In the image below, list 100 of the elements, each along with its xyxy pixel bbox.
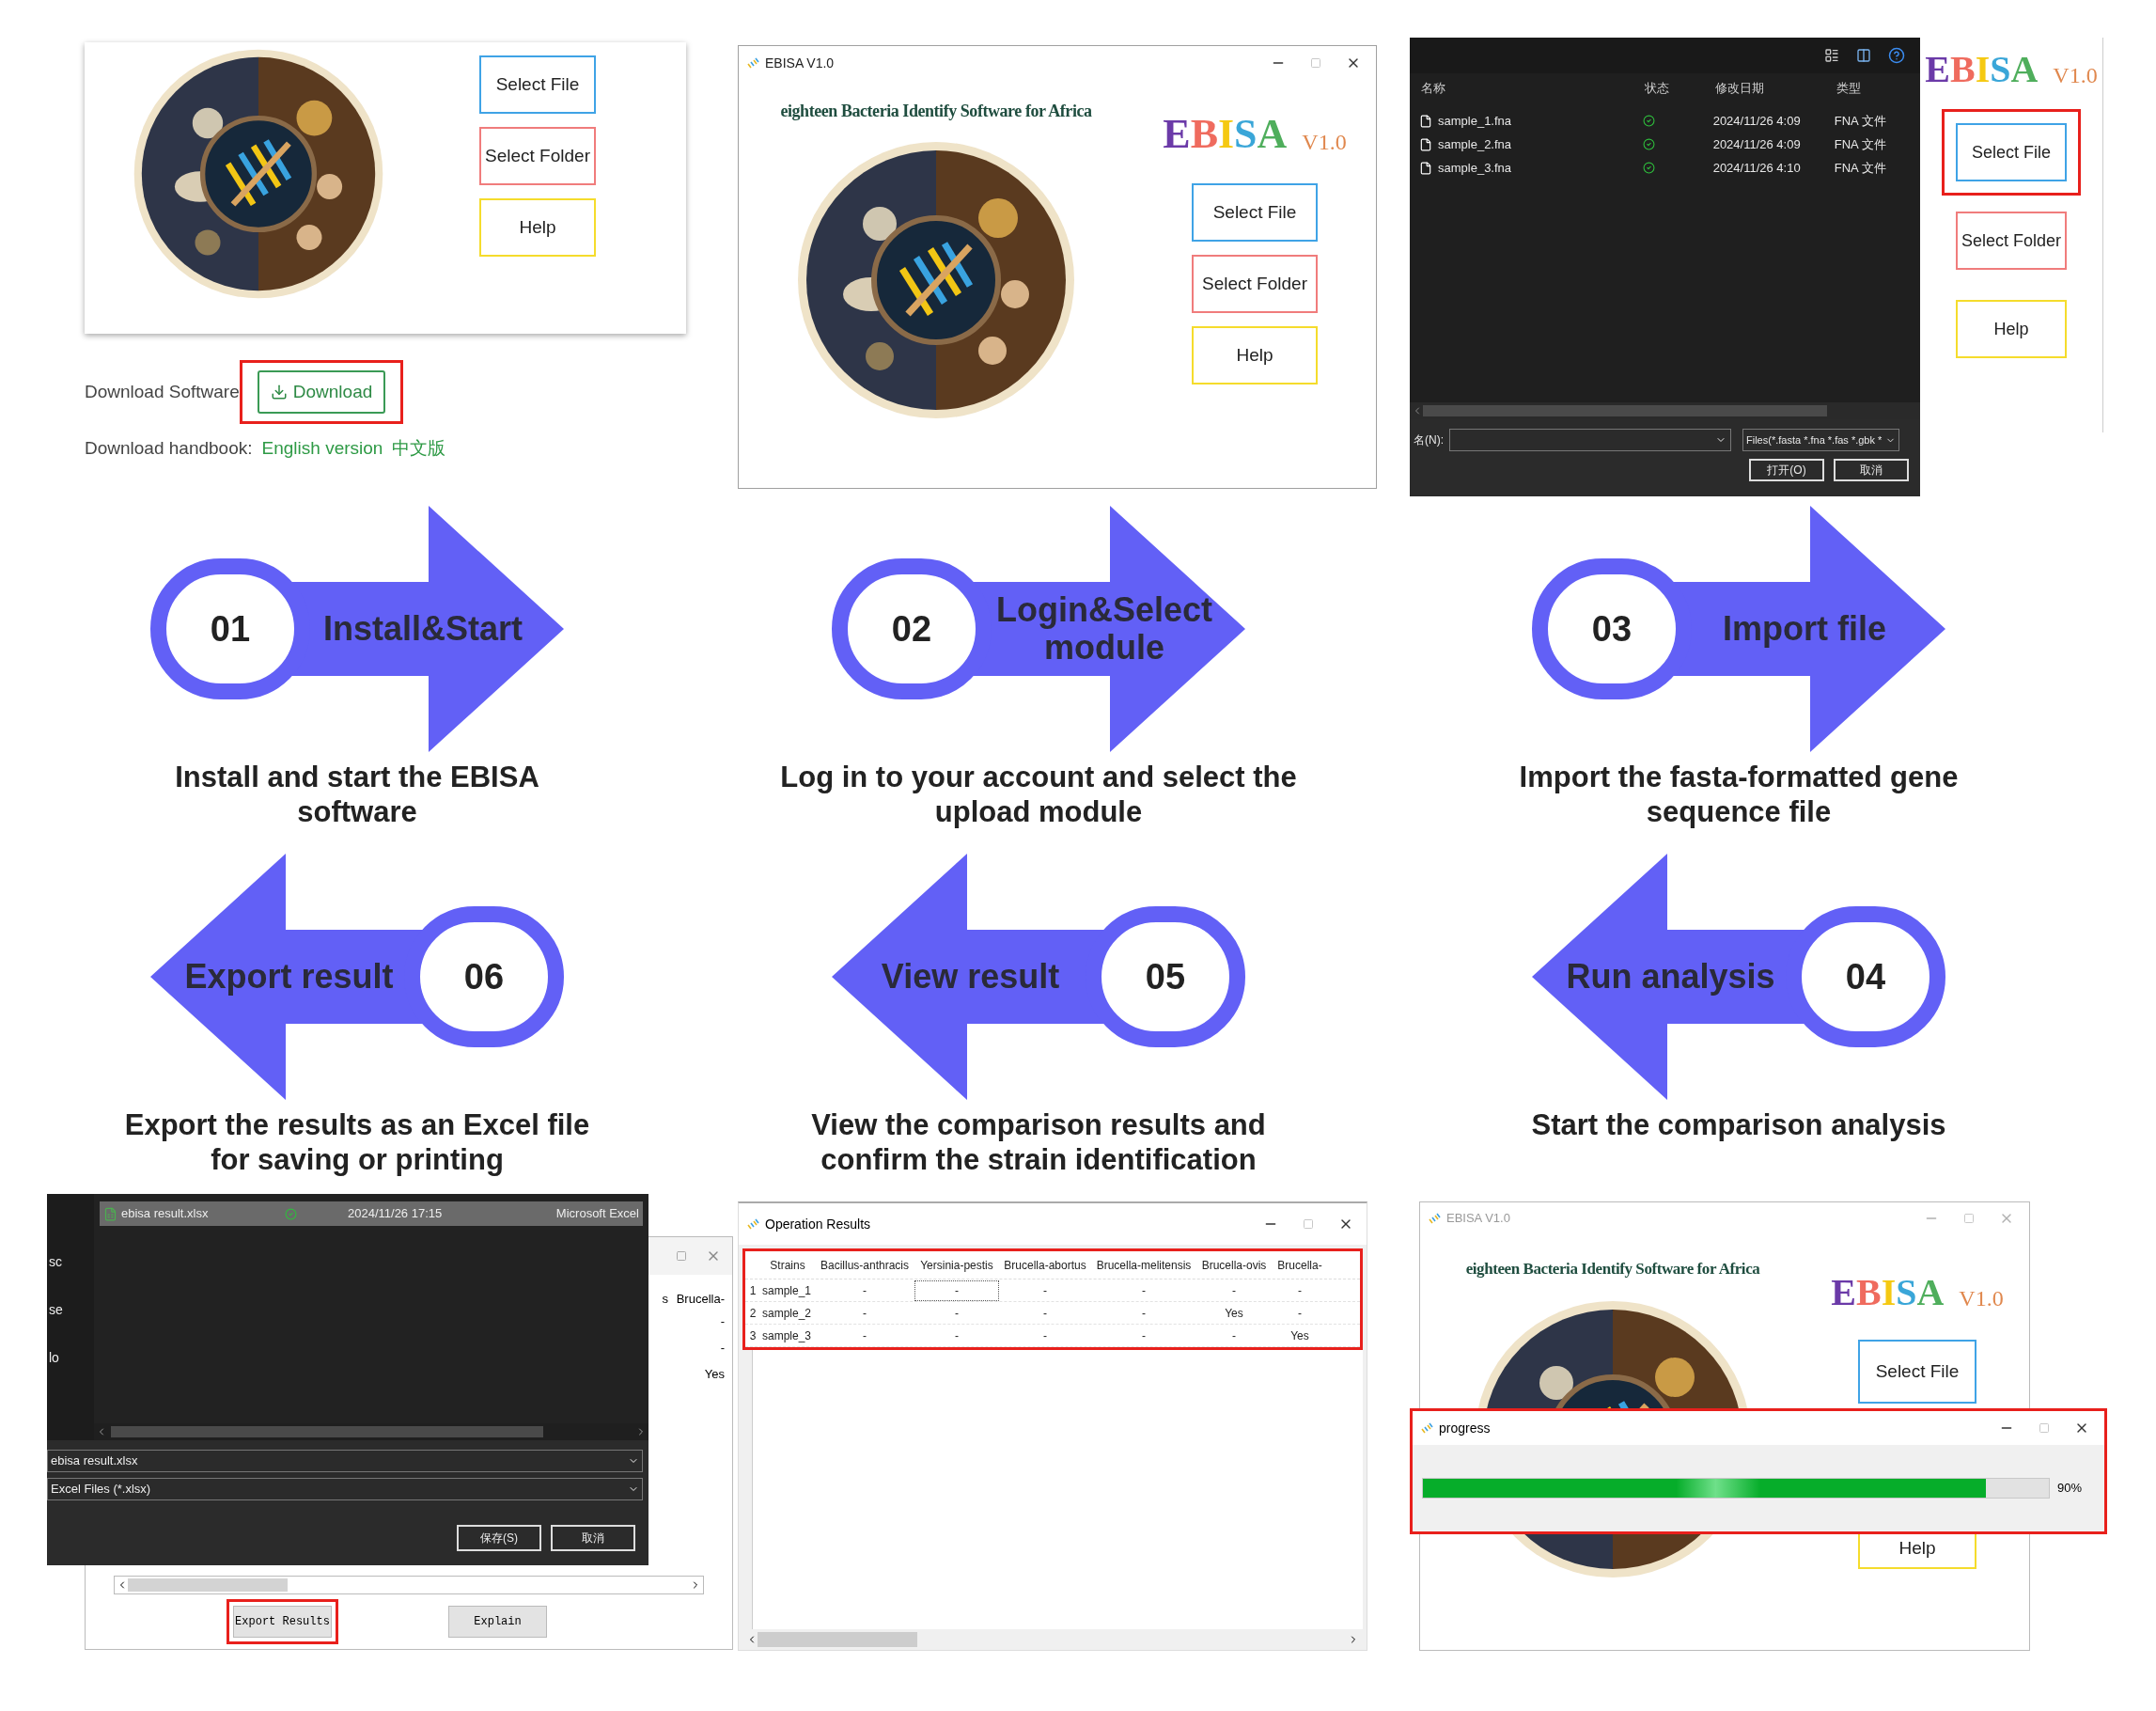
file-row[interactable]: ebisa result.xlsx 2024/11/26 17:15 Microsoft Excel (100, 1201, 643, 1226)
table-cell-text: - (1297, 1305, 1303, 1322)
file-icon (1419, 114, 1432, 128)
file-date: 2024/11/26 4:09 (1712, 112, 1802, 130)
file-row[interactable]: sample_1.fna 2024/11/26 4:09 FNA 文件 (1410, 109, 1920, 133)
file-row[interactable]: sample_2.fna 2024/11/26 4:09 FNA 文件 (1410, 133, 1920, 156)
step-description: Import the fasta-formatted gene sequence file (1519, 760, 1959, 830)
horizontal-scrollbar[interactable] (114, 1576, 704, 1594)
row-number: 1 (748, 1282, 758, 1299)
column-header[interactable]: Brucella- (1272, 1256, 1328, 1274)
file-type: FNA 文件 (1834, 112, 1887, 130)
app-button[interactable]: Select File (1858, 1340, 1976, 1404)
column-header[interactable]: 类型 (1834, 79, 1920, 98)
app-button[interactable]: Help (1956, 300, 2067, 358)
file-type: FNA 文件 (1834, 159, 1887, 177)
dna-icon (1420, 1421, 1433, 1435)
app-button[interactable]: Help (1192, 326, 1318, 385)
column-header[interactable]: 名称 (1419, 79, 1644, 98)
app-subtitle: eighteen Bacteria Identify Software for Africa (1465, 1259, 1760, 1279)
column-header[interactable]: 修改日期 (1712, 79, 1835, 98)
row-number: 3 (748, 1327, 758, 1344)
table-cell-text: - (1141, 1282, 1147, 1299)
dialog-button[interactable]: 取消 (1834, 459, 1909, 481)
file-name: sample_2.fna (1438, 135, 1512, 153)
table-cell-text: - (1297, 1282, 1303, 1299)
app-button[interactable]: Select Folder (479, 127, 596, 185)
step-label: Export result (184, 958, 394, 996)
app-button[interactable]: Select Folder (1192, 255, 1318, 313)
sidebar-item[interactable]: se (47, 1300, 94, 1320)
table-cell-text: - (1231, 1282, 1237, 1299)
app-button[interactable]: Select File (1956, 123, 2067, 181)
table-cell-text: - (1042, 1305, 1048, 1322)
dialog-button[interactable]: 保存(S) (457, 1525, 541, 1551)
app-button[interactable]: Select Folder (1956, 212, 2067, 270)
file-name: sample_3.fna (1438, 159, 1512, 177)
table-header: Brucella- (676, 1291, 725, 1308)
app-button[interactable]: Help (479, 198, 596, 257)
table-cell: - (914, 1279, 999, 1301)
column-header[interactable]: Yersinia-pestis (914, 1256, 999, 1274)
dialog-button[interactable]: 取消 (551, 1525, 635, 1551)
column-header[interactable]: Brucella-melitensis (1091, 1256, 1196, 1274)
table-cell-text: - (862, 1282, 867, 1299)
table-cell-text: - (720, 1312, 725, 1330)
filename-input[interactable] (1449, 429, 1731, 451)
preview-pane-icon[interactable] (1856, 48, 1871, 63)
help-icon[interactable] (1888, 47, 1905, 64)
sidebar-item[interactable]: sc (47, 1252, 94, 1272)
file-date: 2024/11/26 4:10 (1712, 159, 1802, 177)
column-header[interactable]: Brucella-ovis (1196, 1256, 1272, 1274)
filename-input[interactable]: ebisa result.xlsx (47, 1450, 643, 1472)
table-cell-text: Yes (1224, 1305, 1244, 1322)
table-cell-text: sample_1 (761, 1282, 813, 1299)
results-button[interactable]: Export Results (233, 1606, 332, 1638)
dna-icon (746, 1217, 759, 1231)
column-header[interactable]: Strains (760, 1256, 815, 1274)
step-label: Import file (1723, 610, 1886, 648)
handbook-link[interactable]: 中文版 (392, 435, 446, 463)
file-type-dropdown[interactable]: Files(*.fasta *.fna *.fas *.gbk * (1742, 429, 1900, 451)
file-row[interactable]: sample_3.fna 2024/11/26 4:10 FNA 文件 (1410, 156, 1920, 180)
results-button[interactable]: Explain (448, 1606, 547, 1638)
column-header[interactable]: Bacillus-anthracis (815, 1256, 914, 1274)
file-icon (1419, 161, 1432, 175)
progress-reading: 90% (2057, 1480, 2083, 1498)
file-type-dropdown[interactable]: Excel Files (*.xlsx) (47, 1478, 643, 1500)
app-button[interactable]: Select File (1192, 183, 1318, 242)
maximize-icon[interactable] (2039, 1422, 2050, 1434)
row-number: 2 (748, 1305, 758, 1322)
filename-label: 名(N): (1414, 432, 1444, 448)
app-button[interactable]: Select File (479, 55, 596, 114)
status-check-icon (1643, 138, 1656, 150)
file-date: 2024/11/26 4:09 (1712, 135, 1802, 153)
download-label: Download Software (85, 380, 240, 403)
dialog-title: progress (1439, 1419, 1491, 1437)
handbook-link[interactable]: English version (261, 435, 383, 463)
dialog-button[interactable]: 打开(O) (1749, 459, 1824, 481)
table-cell-text: - (1042, 1327, 1048, 1344)
maximize-icon[interactable] (1303, 1218, 1314, 1230)
app-subtitle: eighteen Bacteria Identify Software for Africa (780, 101, 1092, 122)
step-label: View result (881, 958, 1060, 996)
table-cell-text: - (720, 1339, 725, 1357)
sidebar-item[interactable]: lo (47, 1348, 94, 1368)
column-header[interactable]: 状态 (1643, 79, 1713, 98)
column-header[interactable]: Brucella-abortus (999, 1256, 1091, 1274)
handbook-label: Download handbook: (85, 437, 253, 460)
file-type: Microsoft Excel (555, 1205, 639, 1223)
table-cell-text: - (954, 1327, 960, 1344)
step-description: Log in to your account and select the upload module (780, 760, 1297, 830)
version-label: V1.0 (1302, 131, 1347, 153)
table-cell-text: - (1042, 1282, 1048, 1299)
maximize-icon[interactable] (676, 1250, 687, 1262)
dna-icon (746, 56, 759, 70)
horizontal-scrollbar[interactable] (1410, 402, 1920, 419)
download-icon (270, 384, 288, 400)
table-cell-text: sample_3 (761, 1327, 813, 1344)
view-options-icon[interactable] (1824, 48, 1839, 63)
file-icon (1419, 137, 1432, 151)
table-cell-text: Yes (704, 1365, 725, 1383)
download-button[interactable]: Download (257, 370, 386, 414)
maximize-icon[interactable] (1310, 57, 1321, 69)
maximize-icon[interactable] (1963, 1213, 1975, 1224)
